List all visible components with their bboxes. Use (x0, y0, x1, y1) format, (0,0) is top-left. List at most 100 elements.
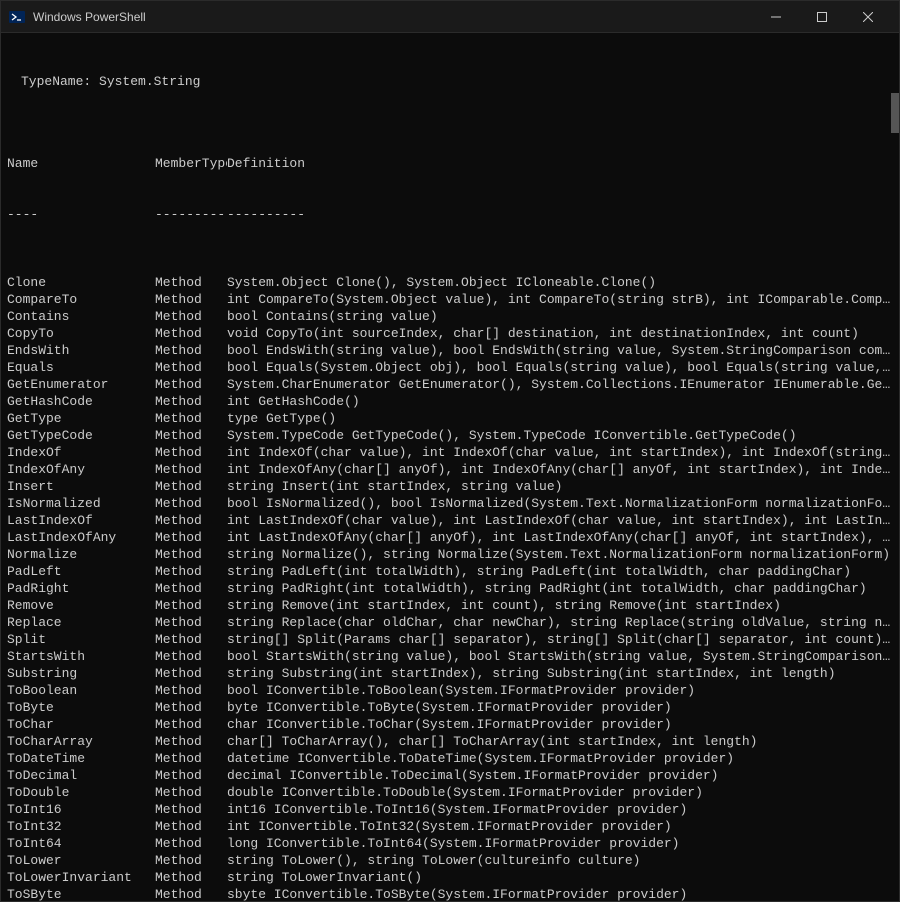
member-name: Remove (7, 597, 155, 614)
window-title: Windows PowerShell (33, 10, 146, 24)
member-type: Method (155, 597, 227, 614)
member-name: GetHashCode (7, 393, 155, 410)
table-row: CopyToMethodvoid CopyTo(int sourceIndex,… (7, 325, 893, 342)
member-name: Split (7, 631, 155, 648)
table-row: ToByteMethodbyte IConvertible.ToByte(Sys… (7, 699, 893, 716)
member-definition: string Insert(int startIndex, string val… (227, 478, 893, 495)
member-definition: decimal IConvertible.ToDecimal(System.IF… (227, 767, 893, 784)
member-definition: string PadLeft(int totalWidth), string P… (227, 563, 893, 580)
member-type: Method (155, 733, 227, 750)
member-name: LastIndexOfAny (7, 529, 155, 546)
member-name: IsNormalized (7, 495, 155, 512)
vertical-scrollbar-thumb[interactable] (891, 93, 899, 133)
table-row: ReplaceMethodstring Replace(char oldChar… (7, 614, 893, 631)
member-definition: char IConvertible.ToChar(System.IFormatP… (227, 716, 893, 733)
member-name: Insert (7, 478, 155, 495)
member-type: Method (155, 563, 227, 580)
header-definition-underline: ---------- (227, 206, 893, 223)
member-type: Method (155, 835, 227, 852)
member-type: Method (155, 291, 227, 308)
member-name: GetTypeCode (7, 427, 155, 444)
member-definition: bool IConvertible.ToBoolean(System.IForm… (227, 682, 893, 699)
member-type: Method (155, 274, 227, 291)
header-definition: Definition (227, 155, 893, 172)
member-type: Method (155, 801, 227, 818)
member-definition: datetime IConvertible.ToDateTime(System.… (227, 750, 893, 767)
table-row: CloneMethodSystem.Object Clone(), System… (7, 274, 893, 291)
table-row: ToCharMethodchar IConvertible.ToChar(Sys… (7, 716, 893, 733)
member-definition: System.CharEnumerator GetEnumerator(), S… (227, 376, 893, 393)
header-name: Name (7, 155, 155, 172)
member-definition: void CopyTo(int sourceIndex, char[] dest… (227, 325, 893, 342)
table-row: ToInt64Methodlong IConvertible.ToInt64(S… (7, 835, 893, 852)
member-name: Normalize (7, 546, 155, 563)
member-name: LastIndexOf (7, 512, 155, 529)
member-definition: string[] Split(Params char[] separator),… (227, 631, 893, 648)
member-name: Clone (7, 274, 155, 291)
member-type: Method (155, 767, 227, 784)
header-membertype-underline: ---------- (155, 206, 227, 223)
member-type: Method (155, 614, 227, 631)
member-name: IndexOf (7, 444, 155, 461)
member-name: Substring (7, 665, 155, 682)
table-row: RemoveMethodstring Remove(int startIndex… (7, 597, 893, 614)
table-row: SplitMethodstring[] Split(Params char[] … (7, 631, 893, 648)
member-name: CopyTo (7, 325, 155, 342)
table-header-underline: ---- ---------- ---------- (7, 206, 893, 223)
member-name: ToChar (7, 716, 155, 733)
member-type: Method (155, 682, 227, 699)
terminal-content[interactable]: TypeName: System.String Name MemberType … (1, 33, 899, 901)
member-type: Method (155, 359, 227, 376)
member-name: GetType (7, 410, 155, 427)
member-definition: bool Contains(string value) (227, 308, 893, 325)
table-row: ToInt16Methodint16 IConvertible.ToInt16(… (7, 801, 893, 818)
member-name: Equals (7, 359, 155, 376)
member-name: ToDouble (7, 784, 155, 801)
close-button[interactable] (845, 1, 891, 33)
table-row: ToInt32Methodint IConvertible.ToInt32(Sy… (7, 818, 893, 835)
table-row: ToDoubleMethoddouble IConvertible.ToDoub… (7, 784, 893, 801)
member-type: Method (155, 529, 227, 546)
member-definition: string Normalize(), string Normalize(Sys… (227, 546, 893, 563)
member-definition: int IConvertible.ToInt32(System.IFormatP… (227, 818, 893, 835)
maximize-button[interactable] (799, 1, 845, 33)
member-definition: bool EndsWith(string value), bool EndsWi… (227, 342, 893, 359)
minimize-button[interactable] (753, 1, 799, 33)
member-name: ToLower (7, 852, 155, 869)
member-definition: int LastIndexOf(char value), int LastInd… (227, 512, 893, 529)
table-row: ToLowerInvariantMethodstring ToLowerInva… (7, 869, 893, 886)
table-row: SubstringMethodstring Substring(int star… (7, 665, 893, 682)
member-name: ToByte (7, 699, 155, 716)
member-name: ToDecimal (7, 767, 155, 784)
member-definition: int IndexOfAny(char[] anyOf), int IndexO… (227, 461, 893, 478)
member-type: Method (155, 716, 227, 733)
member-definition: int GetHashCode() (227, 393, 893, 410)
member-type: Method (155, 750, 227, 767)
table-row: LastIndexOfAnyMethodint LastIndexOfAny(c… (7, 529, 893, 546)
member-type: Method (155, 818, 227, 835)
member-name: Replace (7, 614, 155, 631)
member-name: ToBoolean (7, 682, 155, 699)
table-row: LastIndexOfMethodint LastIndexOf(char va… (7, 512, 893, 529)
powershell-window: Windows PowerShell TypeName: System.Stri… (0, 0, 900, 902)
member-name: ToDateTime (7, 750, 155, 767)
member-definition: System.Object Clone(), System.Object ICl… (227, 274, 893, 291)
member-definition: string ToLowerInvariant() (227, 869, 893, 886)
titlebar[interactable]: Windows PowerShell (1, 1, 899, 33)
table-row: IsNormalizedMethodbool IsNormalized(), b… (7, 495, 893, 512)
table-row: ToBooleanMethodbool IConvertible.ToBoole… (7, 682, 893, 699)
member-name: GetEnumerator (7, 376, 155, 393)
member-type: Method (155, 546, 227, 563)
header-membertype: MemberType (155, 155, 227, 172)
member-name: EndsWith (7, 342, 155, 359)
member-definition: byte IConvertible.ToByte(System.IFormatP… (227, 699, 893, 716)
member-type: Method (155, 495, 227, 512)
table-row: IndexOfAnyMethodint IndexOfAny(char[] an… (7, 461, 893, 478)
member-type: Method (155, 444, 227, 461)
member-name: CompareTo (7, 291, 155, 308)
member-definition: type GetType() (227, 410, 893, 427)
member-type: Method (155, 461, 227, 478)
member-type: Method (155, 580, 227, 597)
member-definition: char[] ToCharArray(), char[] ToCharArray… (227, 733, 893, 750)
table-row: ToSByteMethodsbyte IConvertible.ToSByte(… (7, 886, 893, 901)
